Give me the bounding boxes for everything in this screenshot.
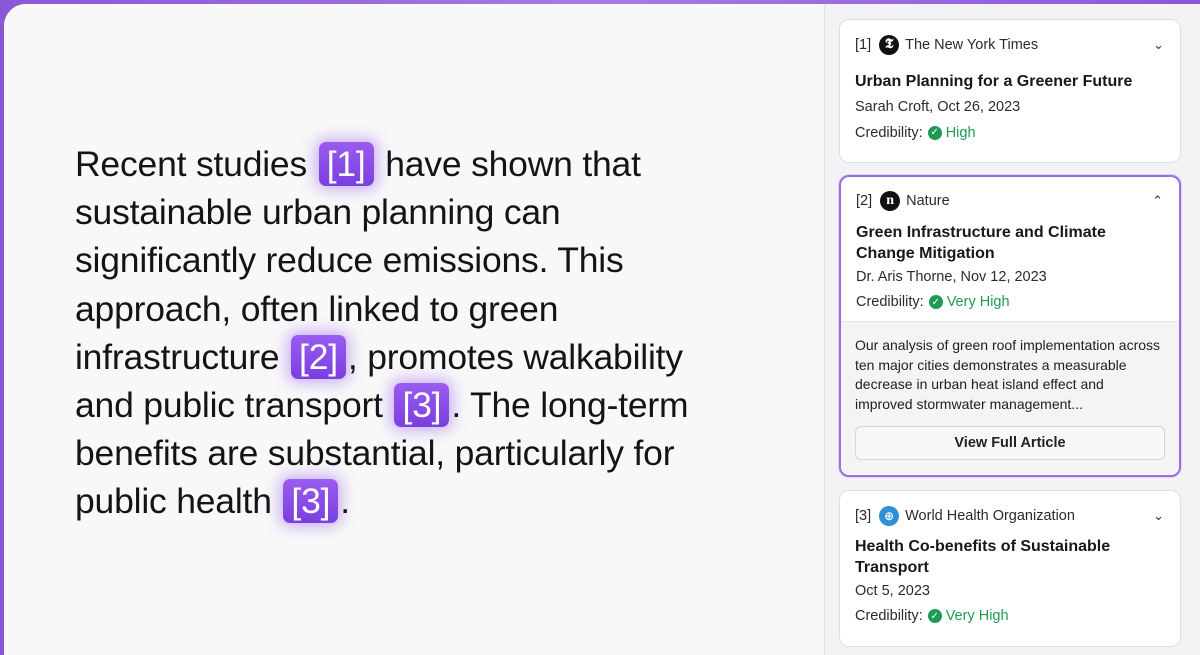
credibility-level: High xyxy=(945,124,976,141)
paragraph-text: . xyxy=(340,481,350,522)
source-meta: Dr. Aris Thorne, Nov 12, 2023 xyxy=(856,269,1047,285)
source-number: [2] xyxy=(856,193,873,209)
citation-3[interactable]: [3] xyxy=(394,383,450,428)
credibility-label: Credibility: xyxy=(855,124,923,141)
publisher-name: World Health Organization xyxy=(905,508,1075,524)
source-header[interactable]: [2] n Nature ⌃ xyxy=(856,191,1179,211)
source-number: [3] xyxy=(855,508,872,524)
check-circle-icon: ✓ xyxy=(927,125,942,140)
source-number: [1] xyxy=(855,37,872,53)
credibility-level: Very High xyxy=(946,294,1010,310)
citation-2[interactable]: [2] xyxy=(291,334,346,379)
citation-3-second[interactable]: [3] xyxy=(283,479,339,524)
nyt-logo-icon: 𝕿 xyxy=(879,35,900,55)
source-card-1[interactable]: [1] 𝕿 The New York Times ⌄ Urban Plannin… xyxy=(839,19,1181,163)
source-header[interactable]: [1] 𝕿 The New York Times ⌄ xyxy=(855,35,1180,55)
credibility-row: Credibility: ✓ High xyxy=(855,125,1165,141)
credibility-row: Credibility: ✓ Very High xyxy=(855,608,1165,624)
check-circle-icon: ✓ xyxy=(928,295,943,309)
view-full-article-button[interactable]: View Full Article xyxy=(855,426,1165,461)
credibility-label: Credibility: xyxy=(855,608,923,624)
publisher-name: The New York Times xyxy=(905,37,1039,53)
article-pane: Recent studies [1] have shown that susta… xyxy=(4,4,824,655)
citation-1[interactable]: [1] xyxy=(318,142,374,186)
excerpt-panel: Our analysis of green roof implementatio… xyxy=(841,321,1179,475)
credibility-label: Credibility: xyxy=(856,294,924,310)
chevron-down-icon[interactable]: ⌄ xyxy=(1153,508,1164,524)
who-logo-icon: ⊕ xyxy=(879,506,900,526)
credibility-row: Credibility: ✓ Very High xyxy=(856,294,1164,310)
app-window: Recent studies [1] have shown that susta… xyxy=(4,4,1200,655)
sources-sidebar: [1] 𝕿 The New York Times ⌄ Urban Plannin… xyxy=(824,4,1200,655)
paragraph-text: Recent studies xyxy=(75,144,317,184)
credibility-level: Very High xyxy=(945,608,1009,624)
check-circle-icon: ✓ xyxy=(927,609,942,623)
window-frame: Recent studies [1] have shown that susta… xyxy=(0,0,1200,655)
source-title[interactable]: Green Infrastructure and Climate Change … xyxy=(856,223,1164,264)
source-excerpt: Our analysis of green roof implementatio… xyxy=(855,337,1161,412)
source-meta: Sarah Croft, Oct 26, 2023 xyxy=(855,98,1021,115)
nature-logo-icon: n xyxy=(880,191,901,211)
source-meta: Oct 5, 2023 xyxy=(855,583,930,599)
article-paragraph: Recent studies [1] have shown that susta… xyxy=(75,140,735,526)
source-title[interactable]: Urban Planning for a Greener Future xyxy=(855,72,1165,93)
chevron-up-icon[interactable]: ⌃ xyxy=(1152,193,1163,209)
publisher-name: Nature xyxy=(906,193,950,209)
source-header[interactable]: [3] ⊕ World Health Organization ⌄ xyxy=(855,506,1180,526)
source-title[interactable]: Health Co-benefits of Sustainable Transp… xyxy=(855,537,1165,578)
chevron-down-icon[interactable]: ⌄ xyxy=(1153,37,1164,53)
source-card-3[interactable]: [3] ⊕ World Health Organization ⌄ Health… xyxy=(839,490,1181,647)
source-card-2[interactable]: [2] n Nature ⌃ Green Infrastructure and … xyxy=(839,175,1181,477)
